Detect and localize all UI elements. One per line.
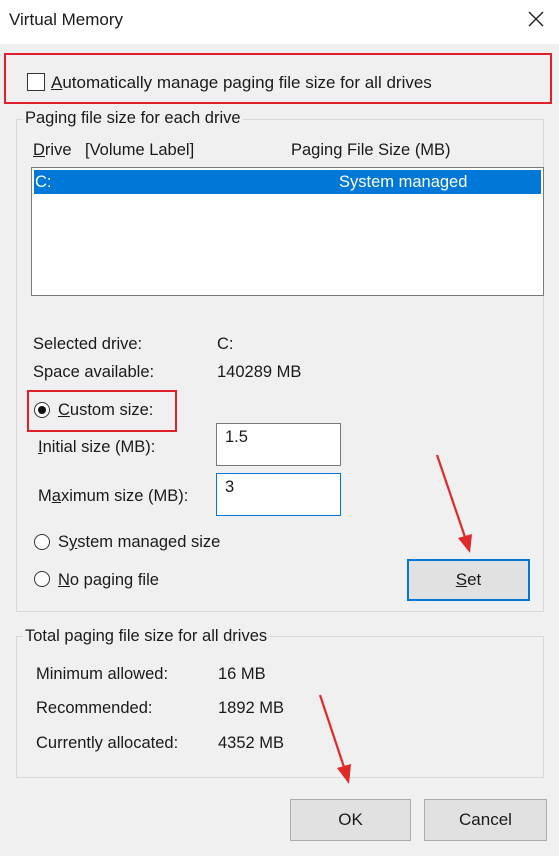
arrow-to-set-icon: [435, 454, 472, 553]
annotation-arrows: [318, 454, 472, 784]
arrow-to-ok-icon: [318, 694, 351, 784]
